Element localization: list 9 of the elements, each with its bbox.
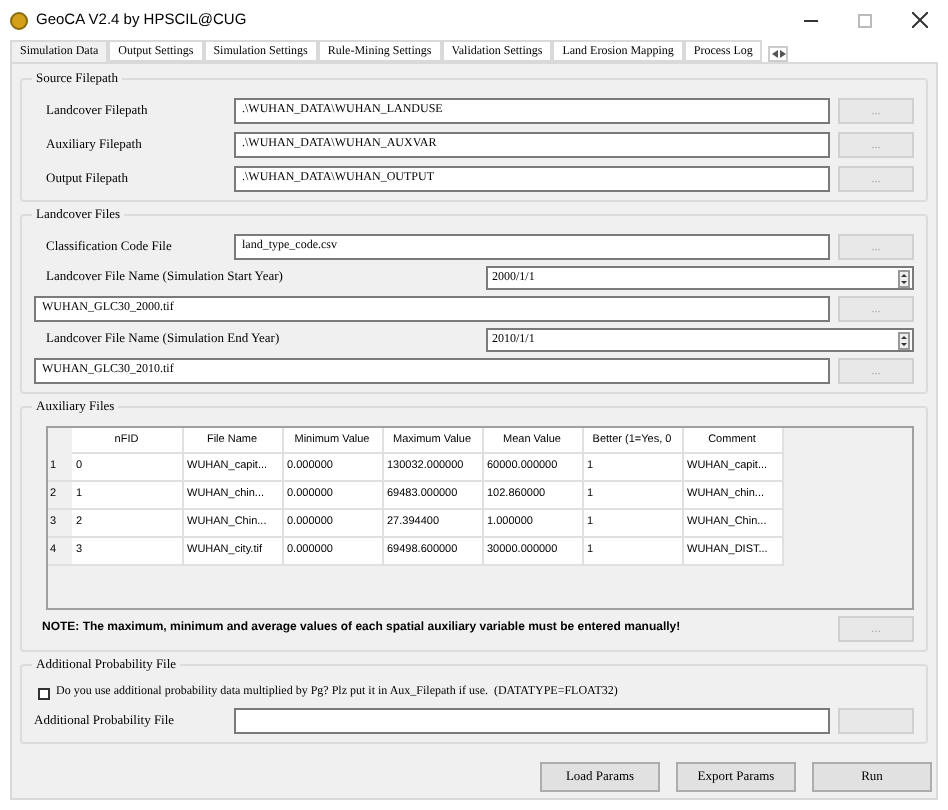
spinner-icon [898, 331, 910, 349]
path-field[interactable] [234, 708, 830, 734]
minimize-icon[interactable] [804, 19, 818, 21]
close-icon[interactable] [912, 12, 928, 28]
app-icon [10, 11, 28, 29]
spinner-icon [898, 269, 910, 287]
tab-scroll-icon [771, 50, 786, 58]
checkbox[interactable] [38, 687, 50, 699]
tab-scroll-arrows[interactable] [768, 46, 789, 62]
